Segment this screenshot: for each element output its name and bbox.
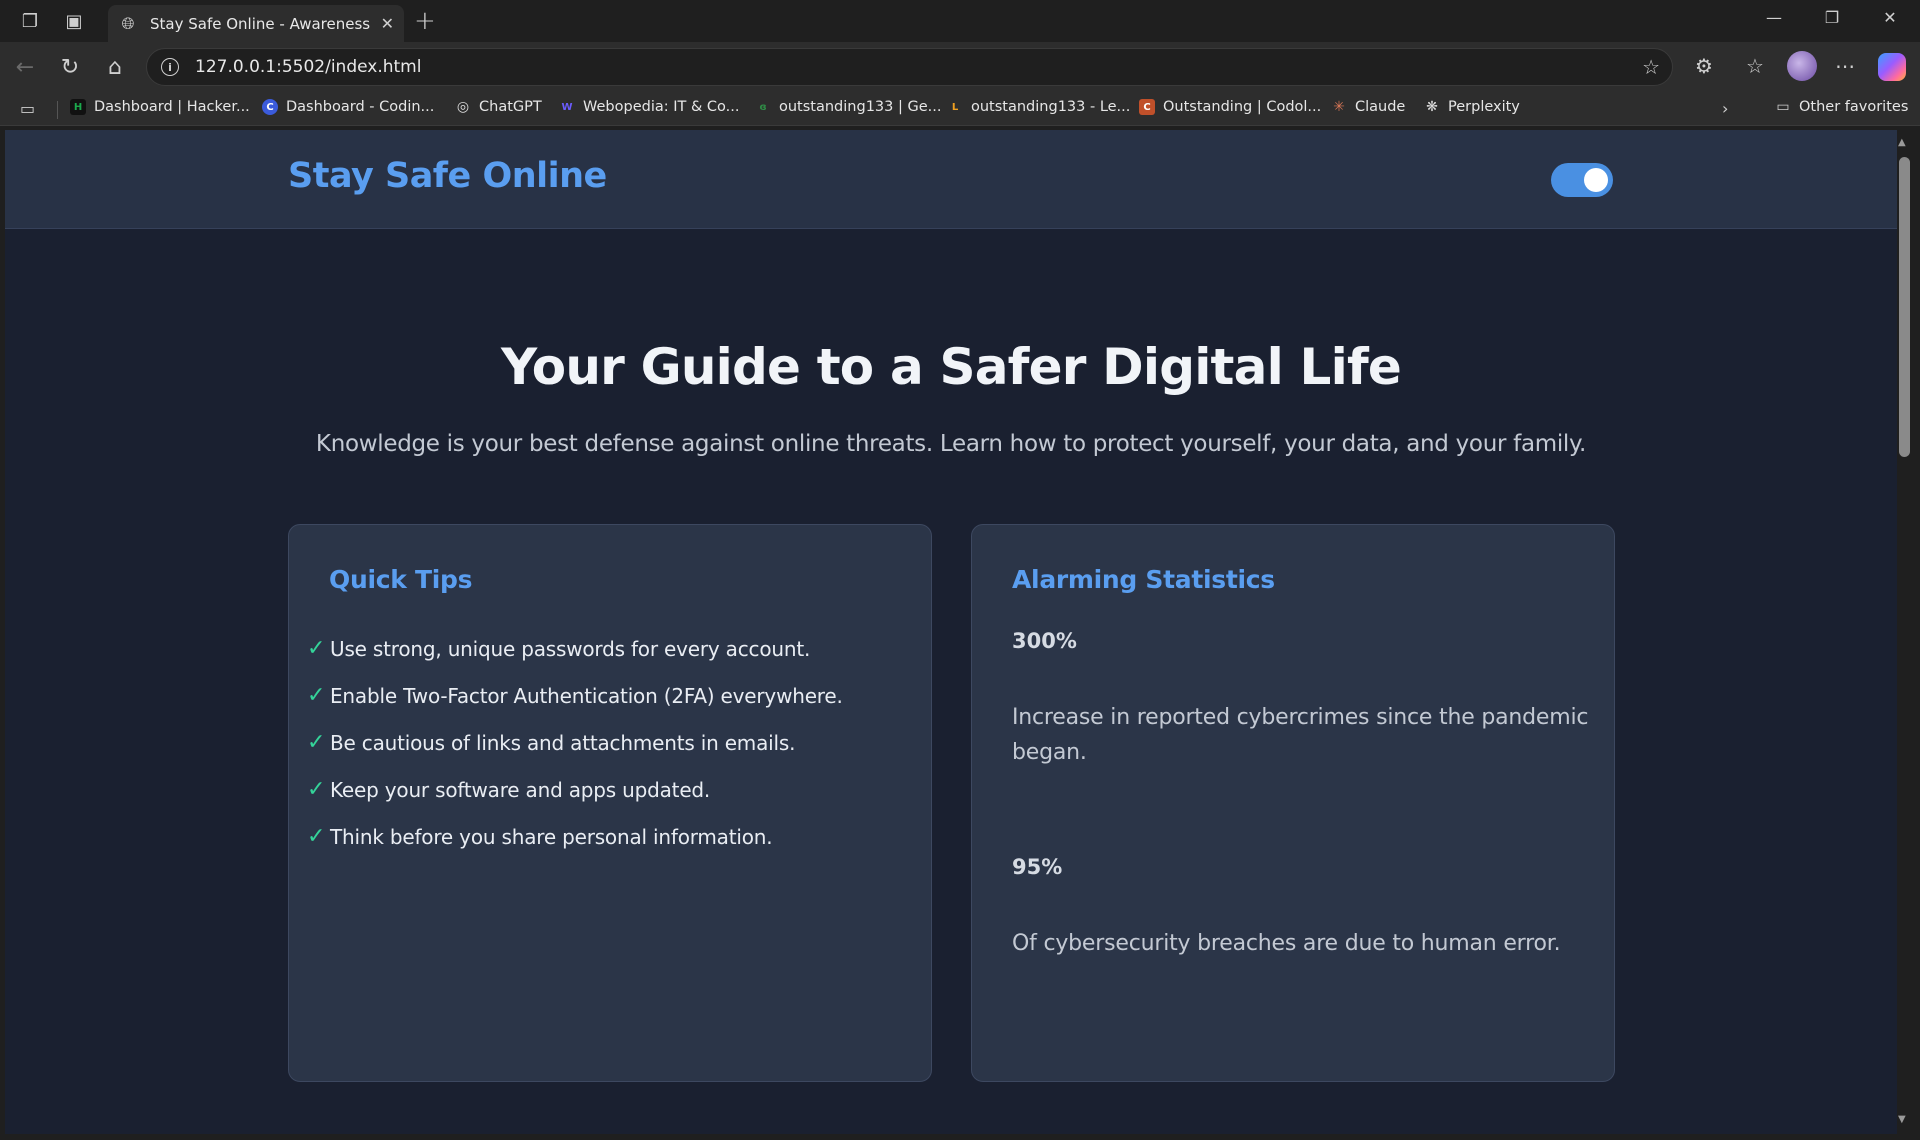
copilot-icon[interactable] (1878, 53, 1906, 81)
card-title: Alarming Statistics (1012, 565, 1275, 594)
minimize-icon[interactable]: — (1754, 8, 1794, 27)
stat-value: 95% (1012, 855, 1063, 879)
hackerrank-icon: H (70, 99, 86, 115)
bookmark-divider (57, 101, 58, 119)
tab-strip: ❐ ▣ 🌐︎ Stay Safe Online - Awareness Cam … (0, 0, 1920, 42)
home-icon[interactable]: ⌂ (102, 54, 128, 80)
favorite-star-icon[interactable]: ☆ (1642, 55, 1660, 79)
claude-icon: ✳ (1333, 99, 1345, 115)
bookmark-item[interactable]: ◎ ChatGPT (455, 99, 542, 115)
perplexity-icon: ❋ (1426, 99, 1438, 115)
other-favorites[interactable]: ▭ Other favorites (1775, 99, 1908, 115)
restore-icon[interactable]: ❐ (1812, 8, 1852, 27)
hero-title: Your Guide to a Safer Digital Life (500, 338, 1402, 396)
quick-tips-card: Quick Tips ✓ Use strong, unique passwords… (288, 524, 932, 1082)
list-item: ✓ Keep your software and apps updated. (307, 777, 711, 802)
workspaces-icon[interactable]: ❐ (16, 8, 44, 34)
hero-subtitle: Knowledge is your best defense against o… (315, 431, 1587, 457)
scroll-up-icon[interactable]: ▲ (1898, 137, 1906, 148)
stat-description: Increase in reported cybercrimes since t… (1012, 705, 1589, 765)
checkmark-icon: ✓ (307, 636, 326, 661)
list-item: ✓ Use strong, unique passwords for every … (307, 636, 811, 661)
browser-toolbar: ← ↻ ⌂ i 127.0.0.1:5502/index.html ☆ ⚙ ☆ … (0, 42, 1920, 92)
checkmark-icon: ✓ (307, 824, 326, 849)
site-logo-title[interactable]: Stay Safe Online (288, 156, 607, 196)
window-close-icon[interactable]: ✕ (1870, 8, 1910, 27)
chevron-right-icon[interactable]: › (1722, 99, 1728, 118)
chatgpt-icon: ◎ (456, 99, 470, 115)
scrollbar-thumb[interactable] (1899, 157, 1910, 457)
bookmark-item[interactable]: C Outstanding | Codol... (1139, 99, 1321, 115)
reading-view-icon[interactable]: ▭ (20, 99, 35, 118)
geeksforgeeks-icon: ɞ (759, 101, 767, 113)
site-header: Stay Safe Online (5, 130, 1897, 229)
bookmark-item[interactable]: C Dashboard - Codin... (262, 99, 434, 115)
folder-icon: ▭ (1776, 99, 1790, 115)
tips-list: ✓ Use strong, unique passwords for every … (307, 625, 843, 860)
extensions-icon[interactable]: ⚙ (1689, 54, 1719, 78)
site-info-icon[interactable]: i (161, 58, 179, 76)
list-item: ✓ Enable Two-Factor Authentication (2FA) … (307, 683, 843, 708)
checkmark-icon: ✓ (307, 777, 326, 802)
page-viewport: Stay Safe Online Your Guide to a Safer D… (5, 130, 1897, 1134)
list-item: ✓ Be cautious of links and attachments in… (307, 730, 796, 755)
bookmark-item[interactable]: Ⅼoutstanding133 - Le... (947, 99, 1131, 115)
bookmark-item[interactable]: W Webopedia: IT & Co... (559, 99, 739, 115)
bookmark-item[interactable]: ❋ Perplexity (1424, 99, 1520, 115)
vertical-tabs-icon[interactable]: ▣ (60, 8, 88, 34)
profile-avatar[interactable] (1787, 51, 1817, 81)
theme-toggle[interactable] (1551, 163, 1613, 197)
back-icon[interactable]: ← (12, 54, 38, 80)
scroll-down-icon[interactable]: ▼ (1898, 1114, 1906, 1125)
webopedia-icon: W (561, 101, 573, 113)
bookmark-item[interactable]: ɞ outstanding133 | Ge... (755, 99, 941, 115)
stat-value: 300% (1012, 629, 1077, 653)
codolio-icon: C (1139, 99, 1155, 115)
close-icon[interactable]: ✕ (381, 14, 394, 33)
toggle-knob (1584, 168, 1608, 192)
leetcode-icon: Ⅼ (951, 101, 959, 113)
statistics-card: Alarming Statistics 300% Increase in rep… (971, 524, 1615, 1082)
checkmark-icon: ✓ (307, 683, 326, 708)
bookmarks-bar: ▭ H Dashboard | Hacker... C Dashboard - Co… (0, 92, 1920, 126)
globe-icon: 🌐︎ (121, 13, 135, 33)
new-tab-button[interactable]: + (414, 6, 436, 36)
list-item: ✓ Think before you share personal informa… (307, 824, 773, 849)
card-title: Quick Tips (329, 565, 473, 594)
stat-description: Of cybersecurity breaches are due to hum… (1012, 931, 1561, 956)
address-bar[interactable]: i 127.0.0.1:5502/index.html ☆ (146, 48, 1673, 86)
tab-title: Stay Safe Online - Awareness Cam (150, 14, 370, 33)
coding-ninjas-icon: C (262, 99, 278, 115)
favorites-icon[interactable]: ☆ (1740, 54, 1770, 78)
bookmark-item[interactable]: H Dashboard | Hacker... (70, 99, 250, 115)
bookmark-item[interactable]: ✳ Claude (1331, 99, 1405, 115)
url-text[interactable]: 127.0.0.1:5502/index.html (195, 57, 421, 77)
checkmark-icon: ✓ (307, 730, 326, 755)
more-menu-icon[interactable]: ⋯ (1830, 54, 1860, 78)
active-tab[interactable]: 🌐︎ Stay Safe Online - Awareness Cam ✕ (108, 5, 404, 42)
reload-icon[interactable]: ↻ (57, 54, 83, 80)
